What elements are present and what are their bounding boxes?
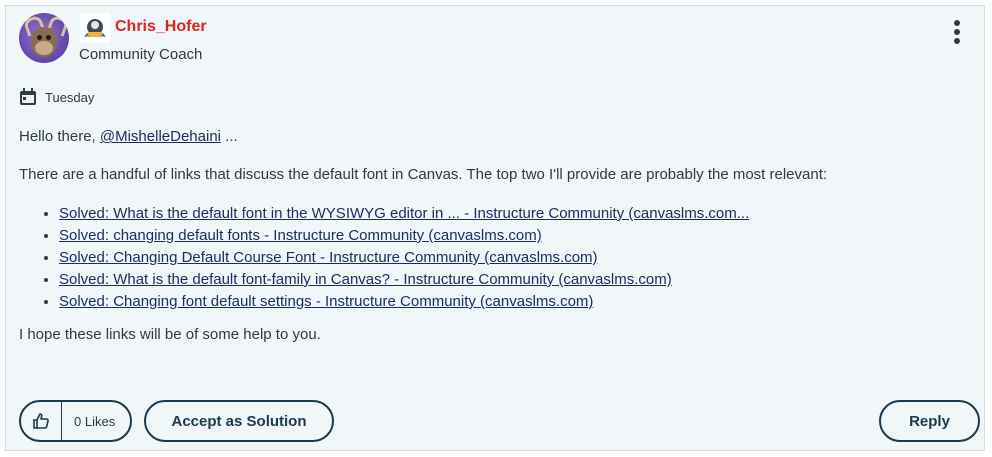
link-list: Solved: What is the default font in the …: [19, 203, 749, 313]
calendar-icon: [19, 88, 37, 106]
list-item: Solved: Changing font default settings -…: [59, 291, 749, 313]
accept-as-solution-button[interactable]: Accept as Solution: [144, 400, 334, 442]
intro-paragraph: There are a handful of links that discus…: [19, 166, 828, 183]
list-item: Solved: Changing Default Course Font - I…: [59, 247, 749, 269]
list-item: Solved: What is the default font-family …: [59, 269, 749, 291]
author-username[interactable]: Chris_Hofer: [115, 18, 207, 36]
author-avatar[interactable]: [19, 13, 69, 63]
greeting-prefix: Hello there,: [19, 128, 100, 145]
solution-link-4[interactable]: Solved: What is the default font-family …: [59, 271, 672, 288]
solution-link-3[interactable]: Solved: Changing Default Course Font - I…: [59, 249, 598, 266]
rank-badge-icon: [80, 13, 110, 43]
thumbs-up-icon[interactable]: [21, 402, 62, 440]
more-options-dot: [954, 38, 960, 44]
like-button-group: 0 Likes: [19, 400, 132, 442]
reply-button[interactable]: Reply: [879, 400, 980, 442]
greeting-line: Hello there, @MishelleDehaini ...: [19, 127, 238, 147]
more-options-dot: [954, 29, 960, 35]
solution-link-2[interactable]: Solved: changing default fonts - Instruc…: [59, 227, 542, 244]
message-card: Chris_Hofer Community Coach Tuesday Hell…: [5, 5, 985, 451]
solution-link-1[interactable]: Solved: What is the default font in the …: [59, 205, 749, 222]
solution-link-5[interactable]: Solved: Changing font default settings -…: [59, 293, 593, 310]
more-options-icon[interactable]: [946, 20, 968, 50]
list-item: Solved: What is the default font in the …: [59, 203, 749, 225]
more-options-dot: [954, 20, 960, 26]
closing-paragraph: I hope these links will be of some help …: [19, 326, 321, 343]
list-item: Solved: changing default fonts - Instruc…: [59, 225, 749, 247]
author-role: Community Coach: [79, 46, 203, 63]
avatar-snout: [35, 41, 53, 55]
greeting-suffix: ...: [221, 128, 238, 145]
avatar-eye-left: [37, 35, 42, 40]
avatar-eye-right: [46, 35, 51, 40]
likes-count[interactable]: 0 Likes: [62, 414, 115, 429]
user-mention-link[interactable]: @MishelleDehaini: [100, 128, 221, 145]
post-date: Tuesday: [45, 90, 95, 105]
